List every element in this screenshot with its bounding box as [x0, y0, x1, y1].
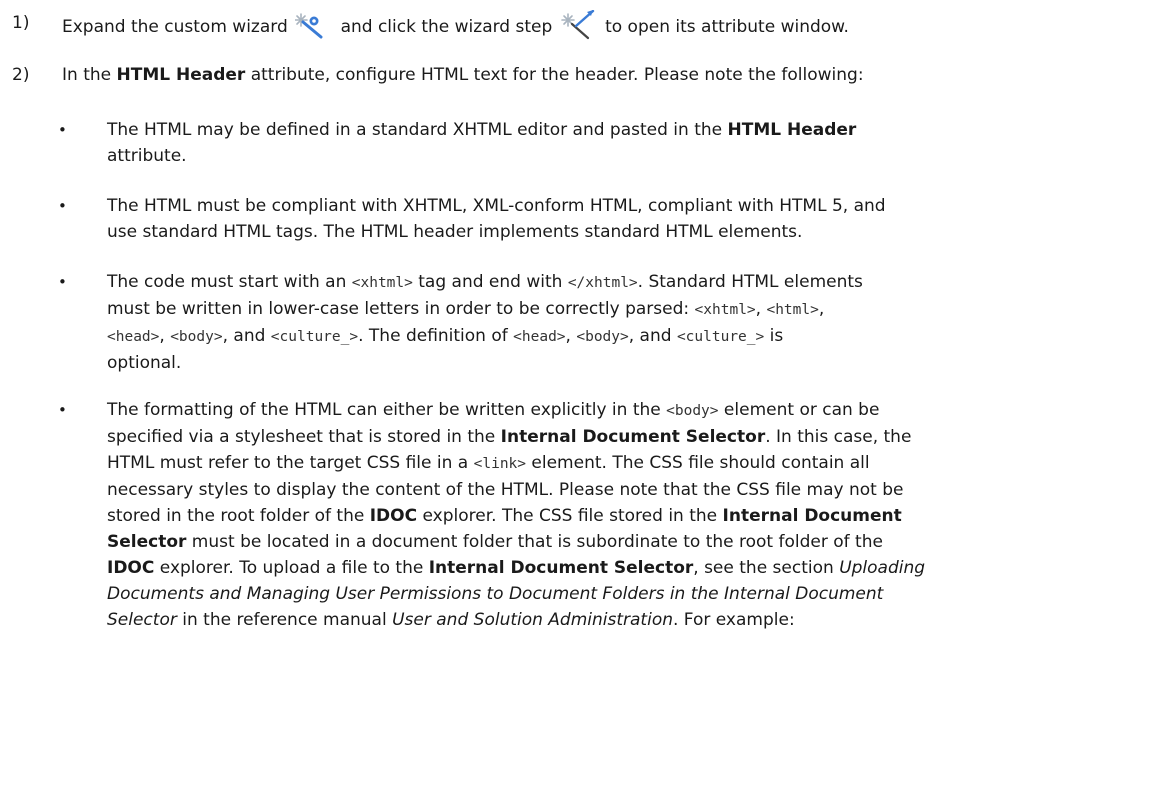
- text: tag and end with: [412, 272, 568, 292]
- italic-reference: User and Solution Administration: [392, 610, 673, 630]
- bullet-text: The HTML may be defined in a standard XH…: [107, 117, 1127, 169]
- bold-term: IDOC: [369, 506, 418, 526]
- italic-reference: Uploading: [839, 558, 926, 578]
- text: specified via a stylesheet that is store…: [107, 427, 501, 447]
- code: <html>: [766, 302, 819, 318]
- italic-reference: Selector: [107, 610, 177, 630]
- step-text: In the HTML Header attribute, configure …: [62, 62, 864, 88]
- code: <culture_>: [676, 329, 765, 345]
- text: stored in the root folder of the: [107, 506, 370, 526]
- code: <body>: [576, 329, 629, 345]
- bullet-text: The HTML must be compliant with XHTML, X…: [107, 193, 1127, 245]
- text: . For example:: [673, 610, 795, 630]
- bullet-dot: •: [58, 401, 67, 419]
- step-text: Expand the custom wizard and click the w…: [62, 9, 849, 40]
- text: must be located in a document folder tha…: [186, 532, 883, 552]
- step-number: 2): [12, 65, 30, 85]
- bold-term: Internal Document Selector: [500, 427, 766, 447]
- code: <body>: [666, 403, 719, 419]
- bold-term: Internal Document Selector: [428, 558, 694, 578]
- text: is: [764, 326, 784, 346]
- bullet-text: The code must start with an <xhtml> tag …: [107, 269, 1127, 376]
- code: <link>: [473, 456, 527, 472]
- code: <xhtml>: [351, 275, 413, 291]
- text: , and: [628, 326, 677, 346]
- bold-term: IDOC: [107, 558, 155, 578]
- text: HTML must refer to the target CSS file i…: [107, 453, 474, 473]
- text: , and: [222, 326, 271, 346]
- bullet-dot: •: [58, 197, 67, 215]
- text: , see the section: [693, 558, 840, 578]
- text: necessary styles to display the content …: [107, 480, 904, 500]
- custom-wizard-icon: [294, 10, 333, 40]
- code: <xhtml>: [694, 302, 756, 318]
- code: </xhtml>: [567, 275, 638, 291]
- step-1-text-c: to open its attribute window.: [605, 17, 849, 37]
- attribute-name: HTML Header: [727, 120, 857, 140]
- bullet-dot: •: [58, 121, 67, 139]
- text: . In this case, the: [765, 427, 912, 447]
- code: <culture_>: [270, 329, 359, 345]
- wizard-step-icon: [560, 9, 598, 40]
- text: element. The CSS file should contain all: [526, 453, 870, 473]
- bold-term: Internal Document: [722, 506, 902, 526]
- step-1-text-b: and click the wizard step: [340, 17, 553, 37]
- step-2-text-c: attribute, configure HTML text for the h…: [245, 65, 864, 85]
- text: ,: [755, 299, 767, 319]
- step-1-text-a: Expand the custom wizard: [62, 17, 288, 37]
- text: . Standard HTML elements: [637, 272, 863, 292]
- text: The code must start with an: [107, 272, 352, 292]
- text: ,: [565, 326, 577, 346]
- text: optional.: [107, 353, 182, 373]
- bold-term: Selector: [107, 532, 187, 552]
- text: explorer. To upload a file to the: [154, 558, 429, 578]
- text: element or can be: [718, 400, 880, 420]
- text: must be written in lower-case letters in…: [107, 299, 695, 319]
- code: <head>: [513, 329, 566, 345]
- step-number: 1): [12, 13, 30, 33]
- bullet-2-line-1: The HTML must be compliant with XHTML, X…: [107, 196, 886, 216]
- attribute-name: HTML Header: [116, 65, 246, 85]
- code: <head>: [107, 329, 160, 345]
- text: ,: [159, 326, 171, 346]
- code: <body>: [170, 329, 223, 345]
- bullet-text: The formatting of the HTML can either be…: [107, 397, 1127, 633]
- text: explorer. The CSS file stored in the: [417, 506, 723, 526]
- bullet-1-line-1: The HTML may be defined in a standard XH…: [107, 120, 728, 140]
- bullet-2-line-2: use standard HTML tags. The HTML header …: [107, 222, 803, 242]
- text: in the reference manual: [176, 610, 393, 630]
- step-2-text-a: In the: [62, 65, 117, 85]
- italic-reference: Documents and Managing User Permissions …: [107, 584, 884, 604]
- text: . The definition of: [358, 326, 514, 346]
- text: The formatting of the HTML can either be…: [107, 400, 667, 420]
- bullet-1-line-2: attribute.: [107, 146, 187, 166]
- bullet-dot: •: [58, 273, 67, 291]
- text: ,: [818, 299, 825, 319]
- document-page: 1) Expand the custom wizard and click th…: [0, 0, 1168, 788]
